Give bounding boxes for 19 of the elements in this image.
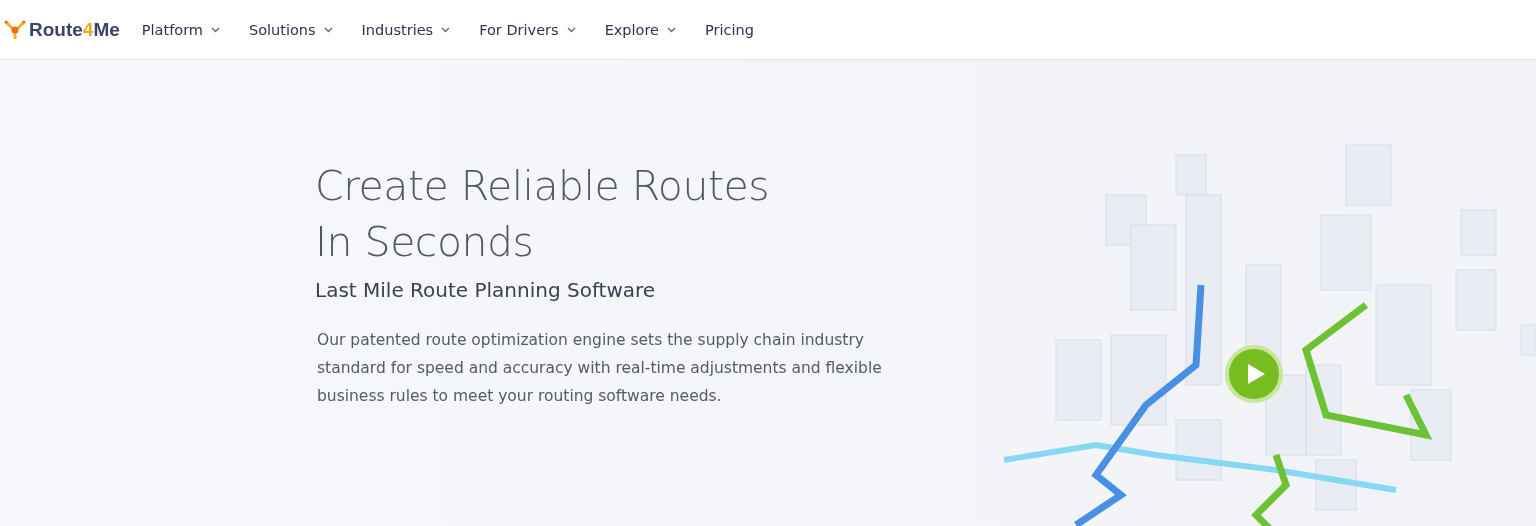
chevron-down-icon — [323, 26, 333, 33]
nav-link[interactable]: Solutions — [248, 21, 333, 38]
nav-link[interactable]: Platform — [141, 21, 220, 38]
chevron-down-icon — [667, 26, 677, 33]
nav-link[interactable]: Pricing — [705, 21, 754, 38]
logo-icon — [4, 18, 26, 41]
hero-title: Create Reliable Routes In Seconds — [315, 161, 770, 268]
nav-link[interactable]: For Drivers — [479, 21, 576, 38]
hero-description: Our patented route optimization engine sets the supply chain industry standard for speed and accuracy with real-time adjustments and flexible business rules to meet your routing software needs. — [317, 330, 883, 407]
logo[interactable]: Route4Me — [4, 18, 120, 41]
play-button[interactable] — [1225, 345, 1283, 403]
nav-link[interactable]: Industries — [361, 21, 451, 38]
chevron-down-icon — [441, 26, 451, 33]
logo-text: Route4Me — [29, 18, 120, 41]
nav-link[interactable]: Explore — [604, 21, 677, 38]
hero-subtitle: Last Mile Route Planning Software — [315, 278, 656, 302]
play-icon — [1246, 363, 1266, 385]
chevron-down-icon — [210, 26, 220, 33]
chevron-down-icon — [566, 26, 576, 33]
